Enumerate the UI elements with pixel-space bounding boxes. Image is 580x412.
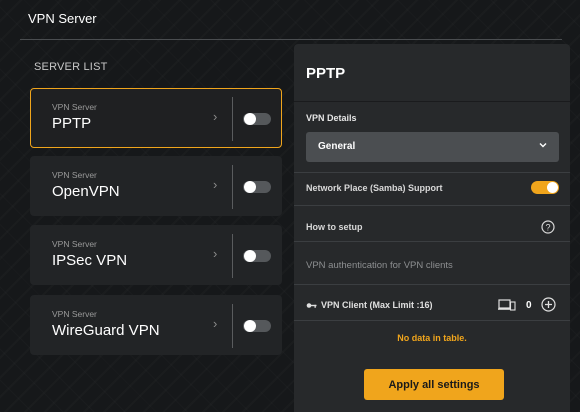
key-icon	[306, 303, 317, 308]
panel-title: PPTP	[306, 65, 346, 82]
chevron-right-icon: ›	[213, 177, 218, 192]
vpn-details-label: VPN Details	[306, 113, 357, 123]
chevron-down-icon	[539, 143, 547, 148]
row-divider	[294, 172, 570, 173]
server-card-name: IPSec VPN	[52, 252, 128, 269]
toggle-knob	[244, 250, 256, 262]
server-card-openvpn[interactable]: VPN Server OpenVPN ›	[30, 156, 282, 216]
server-card-subtitle: VPN Server	[52, 170, 97, 180]
server-card-subtitle: VPN Server	[52, 309, 97, 319]
vpn-details-value: General	[318, 141, 356, 152]
toggle-knob	[244, 320, 256, 332]
vpn-details-select[interactable]: General	[306, 132, 559, 162]
pptp-enable-toggle[interactable]	[243, 113, 271, 125]
toggle-knob	[244, 181, 256, 193]
server-card-subtitle: VPN Server	[52, 102, 97, 112]
row-divider	[294, 284, 570, 285]
ipsec-enable-toggle[interactable]	[243, 250, 271, 262]
card-divider	[232, 234, 233, 278]
server-card-pptp[interactable]: VPN Server PPTP ›	[30, 88, 282, 148]
add-circle-icon[interactable]	[541, 297, 556, 312]
samba-support-label: Network Place (Samba) Support	[306, 183, 443, 193]
server-card-name: PPTP	[52, 115, 92, 132]
card-divider	[232, 304, 233, 348]
chevron-right-icon: ›	[213, 246, 218, 261]
server-card-subtitle: VPN Server	[52, 239, 97, 249]
svg-text:?: ?	[545, 222, 550, 232]
header-divider	[20, 39, 562, 40]
page-title: VPN Server	[28, 11, 97, 26]
server-card-name: OpenVPN	[52, 183, 120, 200]
row-divider	[294, 205, 570, 206]
vpn-client-count: 0	[526, 300, 532, 311]
server-list-label: SERVER LIST	[34, 61, 108, 73]
device-icon	[498, 299, 516, 311]
openvpn-enable-toggle[interactable]	[243, 181, 271, 193]
vpn-client-label: VPN Client (Max Limit :16)	[321, 300, 433, 310]
server-card-name: WireGuard VPN	[52, 322, 160, 339]
wireguard-enable-toggle[interactable]	[243, 320, 271, 332]
help-circle-icon[interactable]: ?	[541, 220, 555, 234]
chevron-right-icon: ›	[213, 316, 218, 331]
card-divider	[232, 97, 233, 141]
card-divider	[232, 165, 233, 209]
how-to-setup-label: How to setup	[306, 222, 363, 232]
toggle-knob	[547, 182, 558, 193]
server-settings-panel: PPTP VPN Details General Network Place (…	[294, 44, 570, 412]
vpn-auth-label: VPN authentication for VPN clients	[306, 260, 453, 271]
vpn-client-label-row: VPN Client (Max Limit :16)	[306, 300, 433, 310]
row-divider	[294, 241, 570, 242]
server-card-ipsec[interactable]: VPN Server IPSec VPN ›	[30, 225, 282, 285]
apply-all-settings-button[interactable]: Apply all settings	[364, 369, 504, 400]
empty-table-message: No data in table.	[397, 333, 467, 343]
toggle-knob	[244, 113, 256, 125]
row-divider	[294, 320, 570, 321]
server-card-wireguard[interactable]: VPN Server WireGuard VPN ›	[30, 295, 282, 355]
page-header: VPN Server	[0, 0, 580, 40]
samba-support-toggle[interactable]	[531, 181, 559, 194]
chevron-right-icon: ›	[213, 109, 218, 124]
panel-divider	[294, 101, 570, 102]
